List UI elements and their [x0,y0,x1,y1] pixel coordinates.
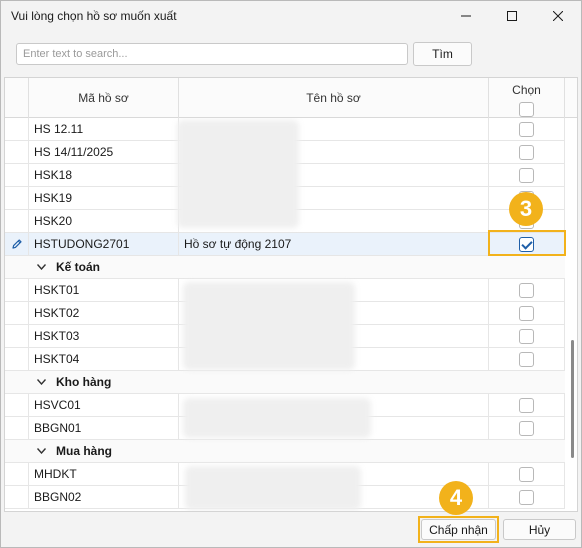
step-badge-3: 3 [509,192,543,226]
record-code: HSKT02 [29,302,179,324]
record-code: HSKT03 [29,325,179,347]
redacted-names-block [183,282,355,370]
row-indicator [5,279,29,301]
close-button[interactable] [535,1,581,31]
record-code: HSK20 [29,210,179,232]
export-dialog: Vui lòng chọn hồ sơ muốn xuất Tìm Mã hồ … [0,0,582,548]
record-code: MHDKT [29,463,179,485]
maximize-icon [507,11,517,21]
vertical-scrollbar[interactable] [566,158,576,511]
row-indicator-header [5,78,29,118]
header-filler [565,78,577,118]
step-badge-4: 4 [439,481,473,515]
group-label-text: Mua hàng [56,444,112,458]
column-header-name-label: Tên hồ sơ [306,91,361,105]
row-select-cell [489,141,565,163]
row-indicator [5,302,29,324]
window-title: Vui lòng chọn hồ sơ muốn xuất [11,9,177,23]
pencil-icon [11,239,22,249]
row-select-cell [489,348,565,370]
row-select-cell [489,164,565,186]
row-checkbox[interactable] [519,351,534,367]
row-indicator [5,486,29,508]
scrollbar-thumb[interactable] [571,340,574,458]
chevron-down-icon [37,264,46,270]
grid-body: HS 12.11 HS 14/11/2025 HSK18 HSK19 HSK20… [5,118,577,511]
close-icon [553,11,563,21]
row-indicator [5,417,29,439]
record-code: HS 12.11 [29,118,179,140]
record-code: HSTUDONG2701 [29,233,179,255]
row-checkbox[interactable] [519,466,534,482]
row-indicator [5,233,29,255]
record-code: BBGN01 [29,417,179,439]
group-label-text: Kho hàng [56,375,112,389]
records-grid: Mã hồ sơ Tên hồ sơ Chọn HS 12.11 HS 14/1… [4,77,578,512]
chevron-down-icon [37,379,46,385]
group-row-accounting[interactable]: Kế toán [5,256,565,279]
row-select-cell [489,118,565,140]
record-code: HSK19 [29,187,179,209]
group-label: Kho hàng [37,371,111,393]
row-checkbox[interactable] [519,167,534,183]
record-code: HSKT01 [29,279,179,301]
redacted-names-block [177,120,299,228]
row-indicator [5,187,29,209]
row-checkbox[interactable] [519,282,534,298]
redacted-names-block [185,466,361,510]
row-indicator [5,118,29,140]
row-indicator [5,348,29,370]
redacted-names-block [183,398,371,438]
checkbox-highlight [488,230,566,256]
record-code: HS 14/11/2025 [29,141,179,163]
row-select-cell [489,463,565,485]
row-indicator [5,325,29,347]
row-select-cell [489,302,565,324]
record-code: HSKT04 [29,348,179,370]
minimize-icon [461,15,471,17]
column-header-code-label: Mã hồ sơ [78,91,129,105]
row-select-cell [489,417,565,439]
row-checkbox[interactable] [519,397,534,413]
record-name: Hồ sơ tự động 2107 [179,233,489,255]
column-header-chosen: Chọn [489,78,565,118]
row-indicator [5,210,29,232]
row-indicator [5,394,29,416]
row-indicator [5,463,29,485]
group-row-warehouse[interactable]: Kho hàng [5,371,565,394]
row-select-cell [489,279,565,301]
minimize-button[interactable] [443,1,489,31]
group-label: Mua hàng [37,440,112,462]
row-checkbox[interactable] [519,121,534,137]
record-code: HSK18 [29,164,179,186]
row-checkbox[interactable] [519,420,534,436]
maximize-button[interactable] [489,1,535,31]
row-checkbox[interactable] [519,489,534,505]
group-label: Kế toán [37,256,100,278]
row-select-cell [489,394,565,416]
title-bar: Vui lòng chọn hồ sơ muốn xuất [1,1,581,31]
search-button[interactable]: Tìm [413,42,472,66]
column-header-name[interactable]: Tên hồ sơ [179,78,489,118]
row-select-cell [489,486,565,508]
search-input[interactable] [16,43,408,65]
select-all-checkbox[interactable] [519,102,534,117]
column-header-code[interactable]: Mã hồ sơ [29,78,179,118]
column-header-chosen-label: Chọn [512,83,541,97]
row-checkbox[interactable] [519,144,534,160]
grid-header: Mã hồ sơ Tên hồ sơ Chọn [5,78,577,118]
row-indicator [5,164,29,186]
row-select-cell [489,325,565,347]
row-checkbox[interactable] [519,328,534,344]
row-checkbox[interactable] [519,305,534,321]
group-row-purchasing[interactable]: Mua hàng [5,440,565,463]
record-code: HSVC01 [29,394,179,416]
record-code: BBGN02 [29,486,179,508]
cancel-button[interactable]: Hủy [503,519,576,540]
accept-button[interactable]: Chấp nhận [421,519,496,540]
chevron-down-icon [37,448,46,454]
group-label-text: Kế toán [56,260,101,274]
table-row-selected[interactable]: HSTUDONG2701 Hồ sơ tự động 2107 [5,233,565,256]
row-indicator [5,141,29,163]
